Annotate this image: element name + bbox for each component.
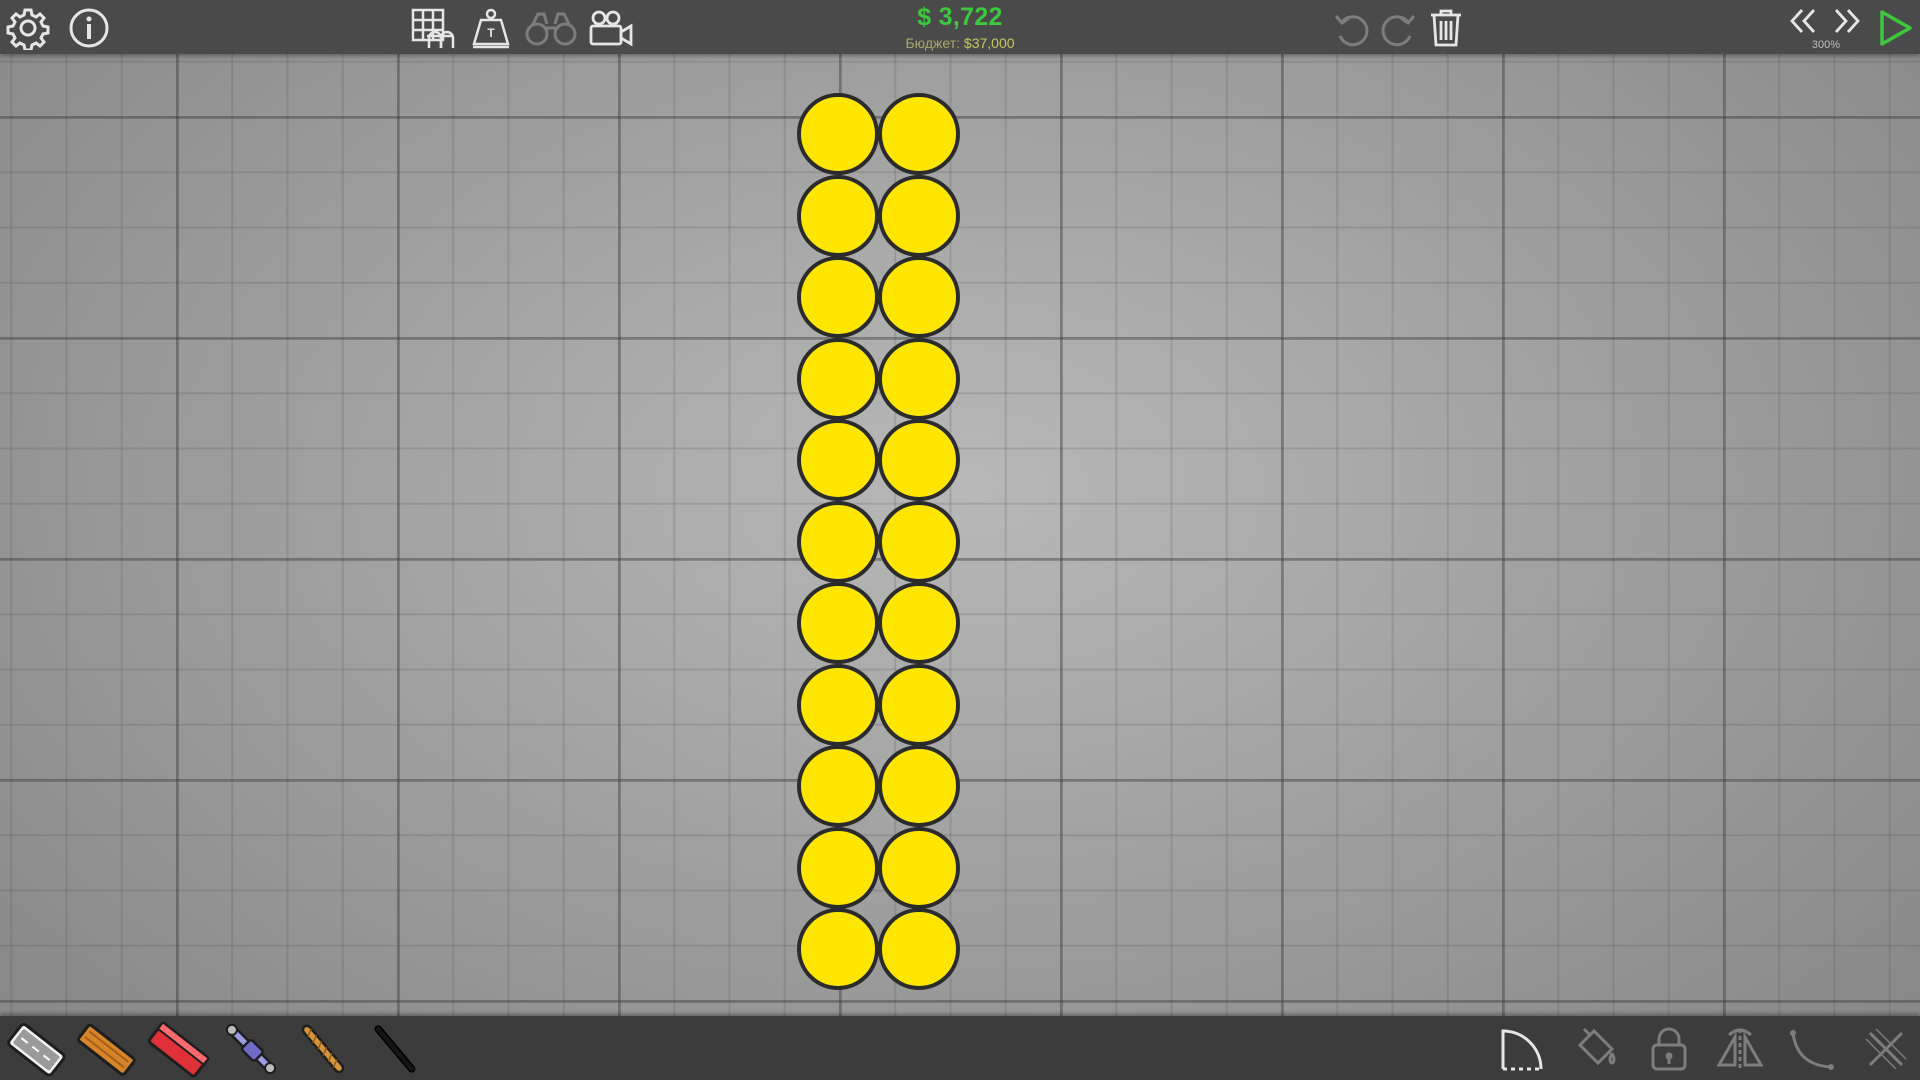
redo-icon[interactable] <box>1376 6 1420 50</box>
faster-icon[interactable] <box>1830 4 1864 38</box>
camera-icon[interactable] <box>586 5 636 51</box>
rope-material[interactable] <box>288 1018 358 1078</box>
curve-icon[interactable] <box>1786 1024 1838 1074</box>
info-icon[interactable] <box>66 5 112 51</box>
grid-tile[interactable] <box>797 663 879 746</box>
binoculars-icon[interactable] <box>524 5 578 51</box>
budget-value: $37,000 <box>963 35 1015 51</box>
grid-tile[interactable] <box>878 256 960 338</box>
bottom-toolbar <box>0 1016 1920 1080</box>
grid-toggle-icon[interactable] <box>408 5 456 51</box>
grid-tile[interactable] <box>878 663 960 746</box>
road-material[interactable] <box>2 1018 72 1078</box>
trash-icon[interactable] <box>1424 4 1468 50</box>
cable-material[interactable] <box>360 1018 430 1078</box>
grid-tile[interactable] <box>797 908 879 990</box>
game-window: T $ 3,722 Бюджет: $37,000 300% <box>0 0 1920 1080</box>
grid-tile[interactable] <box>797 337 879 420</box>
paint-bucket-icon[interactable] <box>1570 1024 1622 1074</box>
grid-tile[interactable] <box>878 826 960 909</box>
grid-tile[interactable] <box>797 256 879 338</box>
grid-tile[interactable] <box>797 419 879 501</box>
wood-material[interactable] <box>72 1018 142 1078</box>
hydraulic-material[interactable] <box>216 1018 286 1078</box>
grid-tile[interactable] <box>797 500 879 583</box>
grid-tile[interactable] <box>878 500 960 583</box>
grid-tile[interactable] <box>878 582 960 664</box>
svg-text:T: T <box>487 26 495 40</box>
grid-tile[interactable] <box>878 93 960 175</box>
top-toolbar: T $ 3,722 Бюджет: $37,000 300% <box>0 0 1920 54</box>
lock-icon[interactable] <box>1644 1024 1694 1074</box>
mirror-icon[interactable] <box>1714 1024 1766 1074</box>
budget-display: Бюджет: $37,000 <box>860 35 1060 51</box>
build-grid[interactable] <box>0 0 1920 1080</box>
play-icon[interactable] <box>1872 6 1916 50</box>
steel-material[interactable] <box>144 1018 214 1078</box>
slower-icon[interactable] <box>1786 4 1820 38</box>
budget-label: Бюджет: <box>905 35 961 51</box>
grid-tile[interactable] <box>797 582 879 664</box>
grid-tile[interactable] <box>797 826 879 909</box>
grid-tile[interactable] <box>878 337 960 420</box>
grid-tile[interactable] <box>878 908 960 990</box>
undo-icon[interactable] <box>1330 6 1374 50</box>
weight-icon[interactable]: T <box>468 5 514 51</box>
close-icon[interactable] <box>1860 1024 1912 1074</box>
settings-icon[interactable] <box>5 5 51 51</box>
grid-tile[interactable] <box>797 745 879 827</box>
grid-tile[interactable] <box>797 174 879 257</box>
speed-label: 300% <box>1811 39 1841 51</box>
grid-tile[interactable] <box>878 745 960 827</box>
grid-tile[interactable] <box>878 419 960 501</box>
grid-tile[interactable] <box>878 174 960 257</box>
grid-tile[interactable] <box>797 93 879 175</box>
money-display: $ 3,722 <box>917 3 1003 31</box>
arc-tool-icon[interactable] <box>1496 1024 1548 1074</box>
